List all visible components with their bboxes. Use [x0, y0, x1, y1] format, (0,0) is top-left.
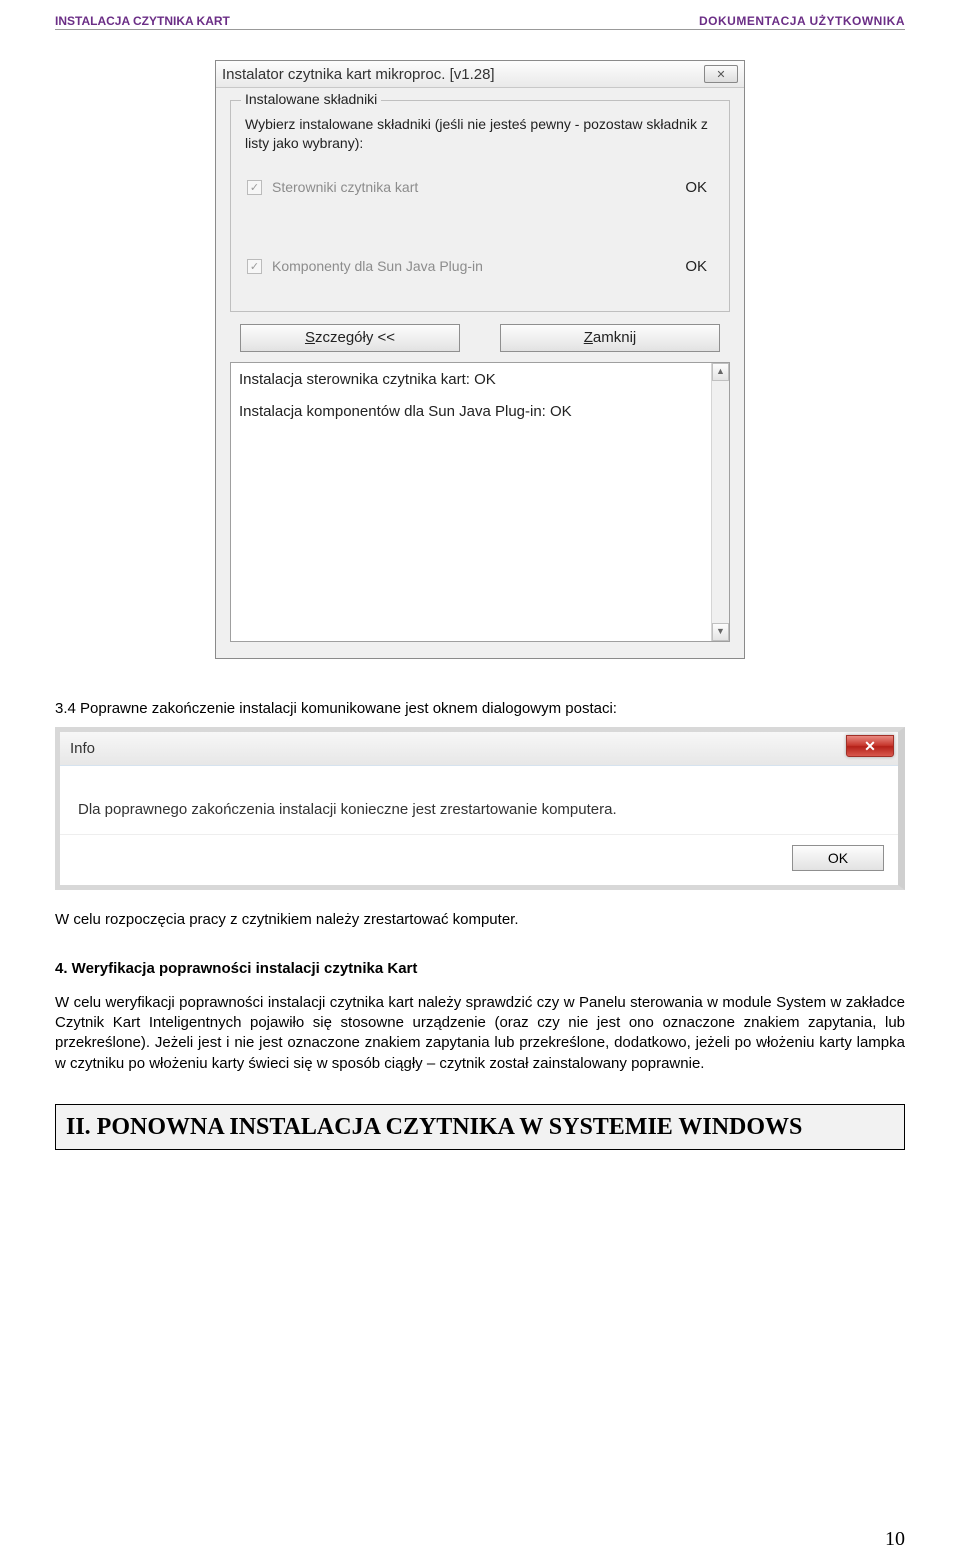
close-dialog-button[interactable]: Zamknij	[500, 324, 720, 352]
component-label: Sterowniki czytnika kart	[272, 179, 418, 195]
checkbox-icon[interactable]: ✓	[247, 180, 262, 195]
scroll-down-icon[interactable]: ▼	[712, 623, 729, 641]
close-button[interactable]: ✕	[846, 735, 894, 757]
info-titlebar: Info ✕	[60, 732, 898, 766]
installer-dialog: Instalator czytnika kart mikroproc. [v1.…	[215, 60, 745, 659]
section-ii-box: II. PONOWNA INSTALACJA CZYTNIKA W SYSTEM…	[55, 1104, 905, 1150]
ok-button[interactable]: OK	[792, 845, 884, 871]
header-right: DOKUMENTACJA UŻYTKOWNIKA	[699, 14, 905, 28]
page-number: 10	[885, 1528, 905, 1551]
checkbox-icon[interactable]: ✓	[247, 259, 262, 274]
paragraph-3-4: 3.4 Poprawne zakończenie instalacji komu…	[55, 699, 905, 719]
components-groupbox: Instalowane składniki Wybierz instalowan…	[230, 100, 730, 312]
info-dialog-title: Info	[70, 735, 95, 759]
section-ii-title: II. PONOWNA INSTALACJA CZYTNIKA W SYSTEM…	[66, 1111, 894, 1143]
section-4-paragraph: W celu weryfikacji poprawności instalacj…	[55, 993, 905, 1074]
component-status: OK	[685, 179, 707, 196]
section-4-title: 4. Weryfikacja poprawności instalacji cz…	[55, 959, 905, 979]
log-textarea: Instalacja sterownika czytnika kart: OK …	[230, 362, 730, 642]
groupbox-legend: Instalowane składniki	[241, 91, 381, 107]
instruction-text: Wybierz instalowane składniki (jeśli nie…	[245, 115, 715, 153]
installer-title: Instalator czytnika kart mikroproc. [v1.…	[222, 66, 495, 83]
restart-line: W celu rozpoczęcia pracy z czytnikiem na…	[55, 910, 905, 930]
doc-header: INSTALACJA CZYTNIKA KART DOKUMENTACJA UŻ…	[55, 14, 905, 30]
scrollbar[interactable]: ▲ ▼	[711, 363, 729, 641]
installer-titlebar: Instalator czytnika kart mikroproc. [v1.…	[216, 61, 744, 88]
close-button[interactable]: ✕	[704, 65, 738, 83]
scroll-up-icon[interactable]: ▲	[712, 363, 729, 381]
component-row: ✓ Sterowniki czytnika kart OK	[245, 177, 715, 198]
component-status: OK	[685, 258, 707, 275]
details-button[interactable]: Szczegóły <<	[240, 324, 460, 352]
header-left: INSTALACJA CZYTNIKA KART	[55, 14, 230, 28]
component-row: ✓ Komponenty dla Sun Java Plug-in OK	[245, 256, 715, 277]
info-message: Dla poprawnego zakończenia instalacji ko…	[60, 766, 898, 834]
log-line: Instalacja sterownika czytnika kart: OK	[239, 369, 709, 391]
info-dialog: Info ✕ Dla poprawnego zakończenia instal…	[55, 727, 905, 890]
log-line: Instalacja komponentów dla Sun Java Plug…	[239, 401, 709, 423]
component-label: Komponenty dla Sun Java Plug-in	[272, 258, 483, 274]
